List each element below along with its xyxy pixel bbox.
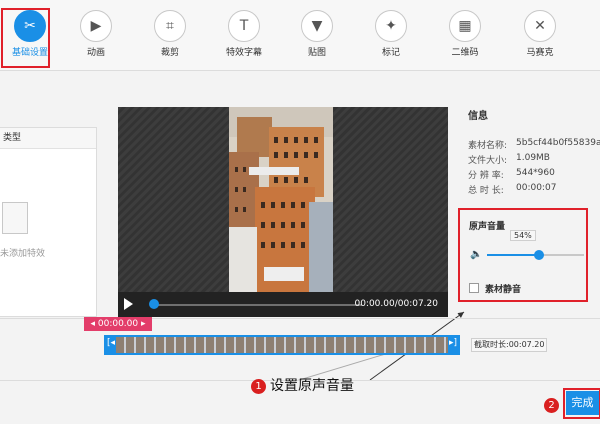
info-value: 544*960 <box>516 168 555 178</box>
toolbar: ✂ 基础设置 ▶ 动画 ⌗ 裁剪 T 特效字幕 ▼ 贴图 ✦ 标记 ▦ 二维码 … <box>0 0 600 71</box>
progress-track[interactable] <box>154 304 362 306</box>
tool-label: 特效字幕 <box>225 48 262 58</box>
play-frame-icon: ▶ <box>80 10 112 42</box>
info-label: 分 辨 率: <box>468 171 504 181</box>
clip-end-handle[interactable]: ▸] <box>449 338 457 348</box>
clip-strip[interactable]: [◂ ▸] <box>104 335 460 355</box>
tool-label: 马赛克 <box>526 48 554 58</box>
tool-label: 标记 <box>381 48 400 58</box>
tool-label: 二维码 <box>451 48 479 58</box>
info-label: 素材名称: <box>468 141 508 151</box>
tool-label: 贴图 <box>307 48 326 58</box>
highlight-box-done <box>563 388 600 419</box>
volume-fill <box>487 254 540 256</box>
annotation-text: 设置原声音量 <box>270 378 354 394</box>
video-frame-image <box>229 107 333 292</box>
tool-sticker[interactable]: ▼ 贴图 <box>287 8 347 58</box>
play-icon[interactable] <box>124 298 133 310</box>
tool-qrcode[interactable]: ▦ 二维码 <box>435 8 495 58</box>
building-photo-icon <box>229 107 333 292</box>
type-header: 类型 <box>0 128 96 149</box>
bookmark-icon: ▼ <box>301 10 333 42</box>
info-value: 00:00:07 <box>516 183 557 193</box>
tool-effect-subtitles[interactable]: T 特效字幕 <box>214 8 274 58</box>
tool-animation[interactable]: ▶ 动画 <box>66 8 126 58</box>
highlight-box-basic-settings <box>1 8 50 68</box>
tool-mosaic[interactable]: ✕ 马赛克 <box>510 8 570 58</box>
clip-start-handle[interactable]: [◂ <box>107 338 115 348</box>
volume-slider-knob[interactable] <box>534 250 545 260</box>
no-effects-text: 未添加特效 <box>0 249 46 259</box>
clip-thumbnails <box>116 337 448 353</box>
annotation-step-1: 1 设置原声音量 <box>251 375 354 395</box>
time-display: 00:00.00/00:07.20 <box>354 299 438 309</box>
info-row-duration: 总 时 长: 00:00:07 <box>468 183 556 196</box>
qrcode-icon: ▦ <box>449 10 481 42</box>
info-row-name: 素材名称: 5b5cf44b0f55839aa56 <box>468 138 600 151</box>
crop-icon: ⌗ <box>154 10 186 42</box>
video-controls: 00:00.00/00:07.20 <box>118 292 448 317</box>
video-preview: 00:00.00/00:07.20 <box>118 107 448 317</box>
speaker-icon: 🔈 <box>470 249 483 260</box>
marker-time: 00:00.00 <box>97 319 139 329</box>
tool-label: 裁剪 <box>160 48 179 58</box>
mute-toggle[interactable]: 素材静音 <box>469 282 521 295</box>
step-number-2: 2 <box>544 398 559 413</box>
pin-icon: ✦ <box>375 10 407 42</box>
text-icon: T <box>228 10 260 42</box>
info-value: 1.09MB <box>516 153 550 163</box>
info-title: 信息 <box>468 111 488 122</box>
mute-checkbox[interactable] <box>469 283 479 293</box>
progress-knob[interactable] <box>149 299 159 309</box>
step-number-1: 1 <box>251 379 266 394</box>
tool-crop[interactable]: ⌗ 裁剪 <box>140 8 200 58</box>
tool-mark[interactable]: ✦ 标记 <box>361 8 421 58</box>
mute-label: 素材静音 <box>485 285 522 295</box>
info-row-resolution: 分 辨 率: 544*960 <box>468 168 555 181</box>
volume-value-badge: 54% <box>510 230 536 241</box>
original-volume-panel: 原声音量 54% 🔈 素材静音 <box>458 208 588 302</box>
mosaic-icon: ✕ <box>524 10 556 42</box>
document-icon <box>2 202 28 234</box>
playhead-marker[interactable]: ◂ 00:00.00 ▸ <box>84 317 152 331</box>
info-label: 总 时 长: <box>468 186 504 196</box>
info-label: 文件大小: <box>468 156 508 166</box>
info-value: 5b5cf44b0f55839aa56 <box>516 138 600 148</box>
tool-label: 动画 <box>86 48 105 58</box>
volume-title: 原声音量 <box>469 222 506 232</box>
info-row-size: 文件大小: 1.09MB <box>468 153 550 166</box>
capture-length-label: 截取时长:00:07.20 <box>471 338 548 352</box>
effects-type-panel: 类型 未添加特效 <box>0 127 97 317</box>
